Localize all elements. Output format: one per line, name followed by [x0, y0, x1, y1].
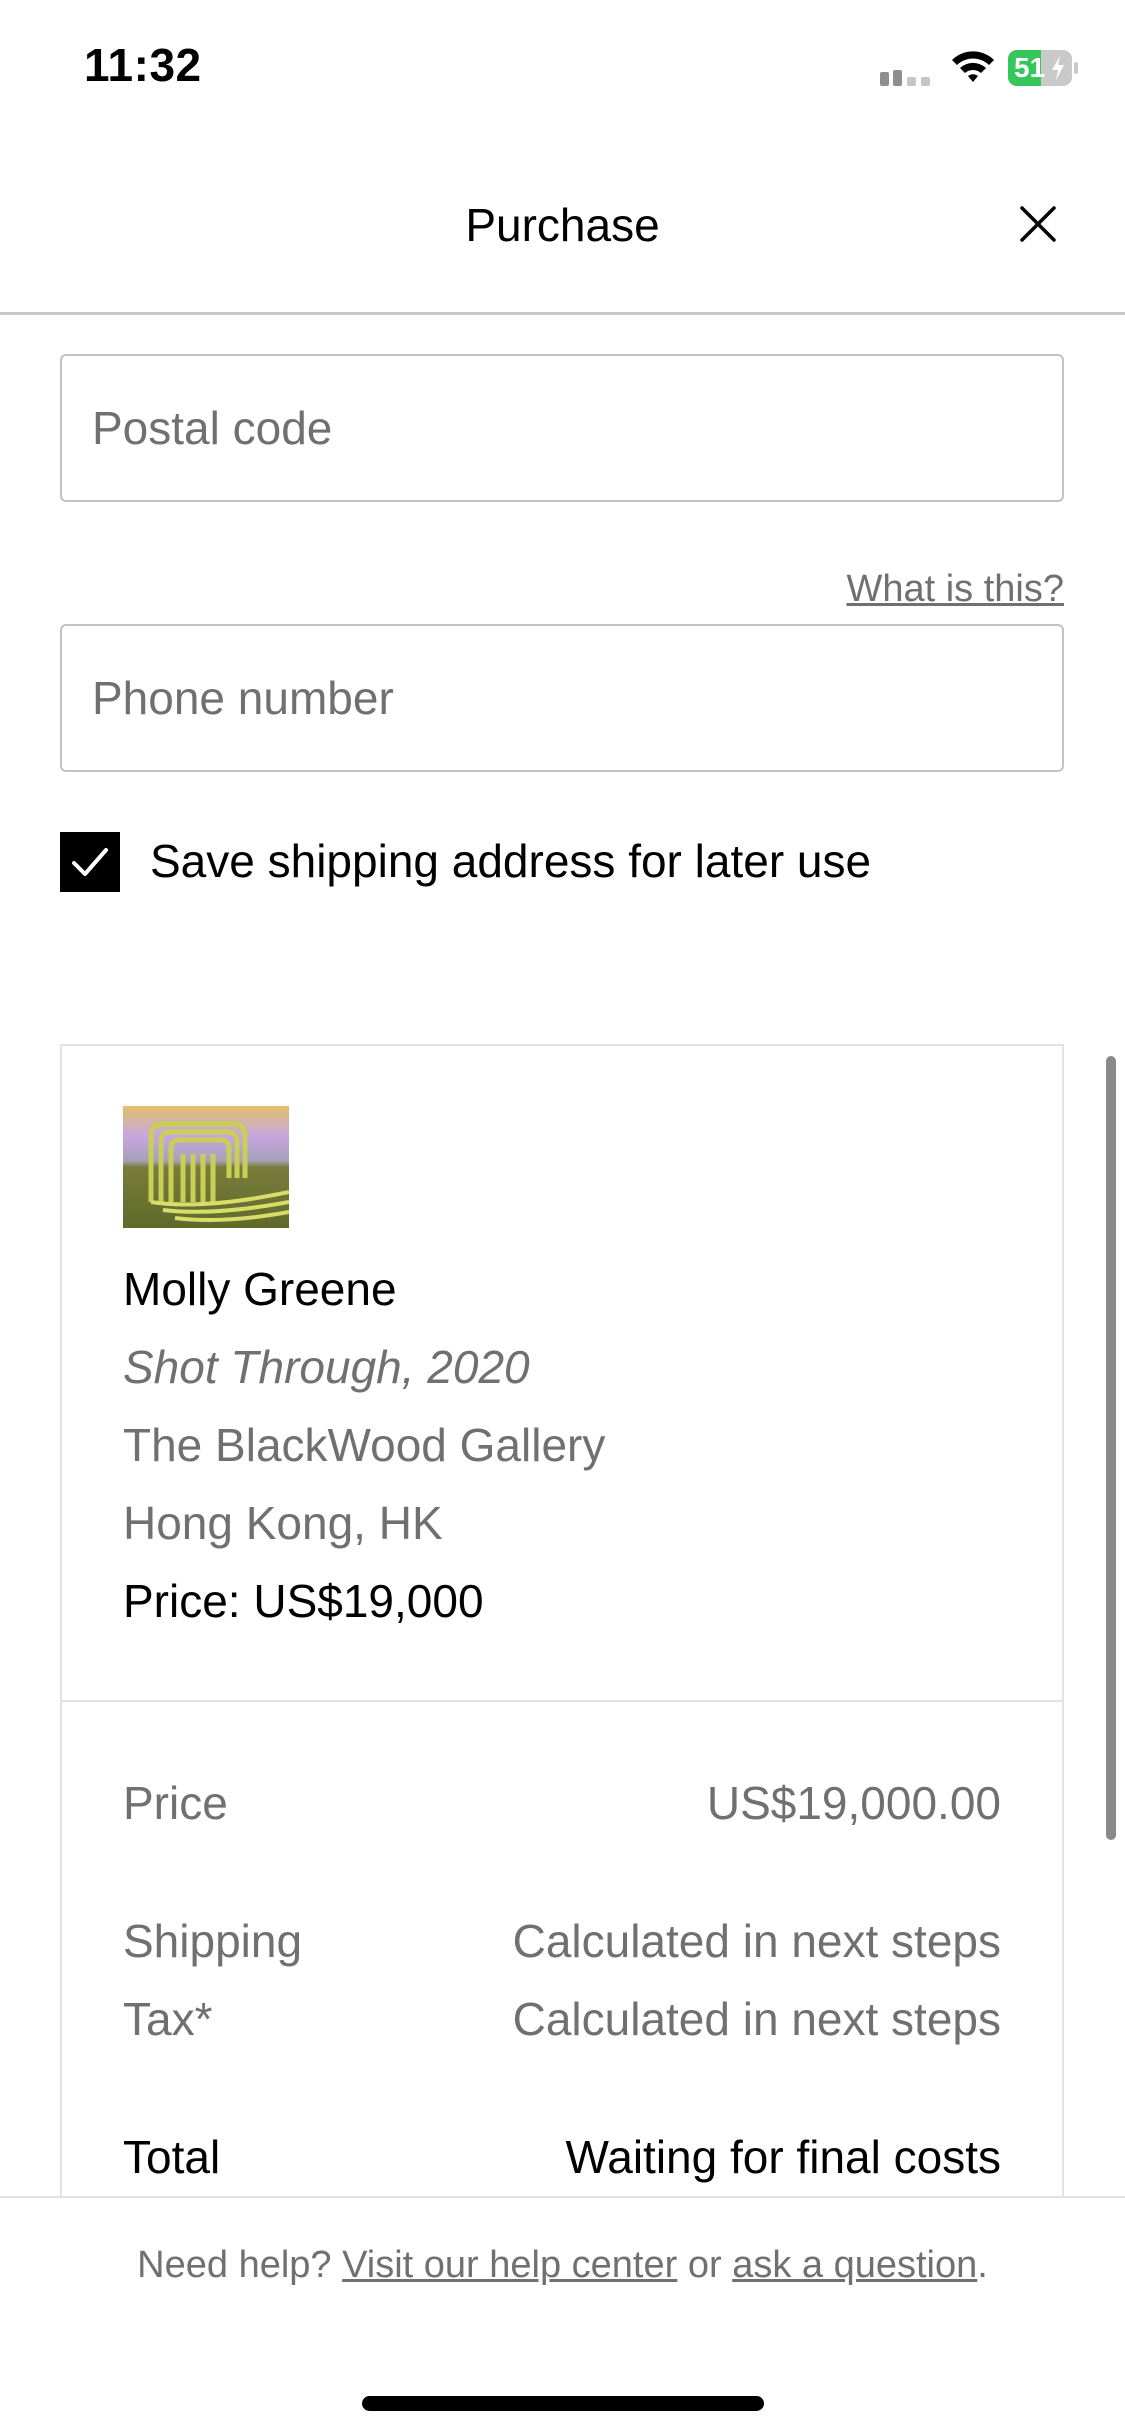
gallery-location: Hong Kong, HK — [123, 1497, 443, 1549]
header-divider — [0, 312, 1125, 315]
artwork-thumbnail — [123, 1106, 289, 1228]
shipping-value: Calculated in next steps — [512, 1915, 1001, 1967]
price-label: Price — [123, 1777, 228, 1829]
save-address-label[interactable]: Save shipping address for later use — [150, 834, 871, 888]
total-value: Waiting for final costs — [565, 2131, 1001, 2183]
help-center-link[interactable]: Visit our help center — [342, 2244, 677, 2286]
battery-charging-icon: 51 — [1008, 50, 1078, 86]
card-divider — [62, 1700, 1062, 1702]
help-suffix: . — [977, 2244, 988, 2286]
close-button[interactable] — [1010, 196, 1066, 252]
total-label: Total — [123, 2131, 221, 2183]
page-title: Purchase — [465, 199, 660, 251]
help-prefix: Need help? — [137, 2244, 332, 2286]
help-text: Need help? Visit our help center or ask … — [0, 2244, 1125, 2287]
postal-code-input[interactable] — [62, 356, 1062, 500]
tax-label: Tax* — [123, 1993, 213, 2045]
checkmark-icon — [72, 848, 108, 876]
wifi-icon — [952, 51, 994, 82]
artist-name: Molly Greene — [123, 1263, 397, 1315]
help-or: or — [687, 2244, 722, 2286]
phone-number-input[interactable] — [62, 626, 1062, 770]
phone-number-field[interactable] — [60, 624, 1064, 772]
scrollbar[interactable] — [1106, 1056, 1116, 1840]
price-value: US$19,000.00 — [706, 1777, 1001, 1829]
postal-code-field[interactable] — [60, 354, 1064, 502]
gallery-name: The BlackWood Gallery — [123, 1419, 606, 1471]
shipping-label: Shipping — [123, 1915, 303, 1967]
status-time: 11:32 — [84, 39, 202, 91]
tax-value: Calculated in next steps — [512, 1993, 1001, 2045]
battery-percent: 51 — [1014, 52, 1046, 83]
ask-question-link[interactable]: ask a question — [732, 2244, 977, 2286]
save-address-checkbox[interactable] — [60, 832, 120, 892]
close-icon — [1020, 206, 1056, 242]
cellular-signal-icon — [880, 70, 930, 86]
artwork-price: Price: US$19,000 — [123, 1575, 484, 1627]
home-indicator[interactable] — [362, 2396, 764, 2411]
artwork-title: Shot Through, 2020 — [123, 1341, 530, 1393]
what-is-this-link[interactable]: What is this? — [700, 568, 1064, 611]
